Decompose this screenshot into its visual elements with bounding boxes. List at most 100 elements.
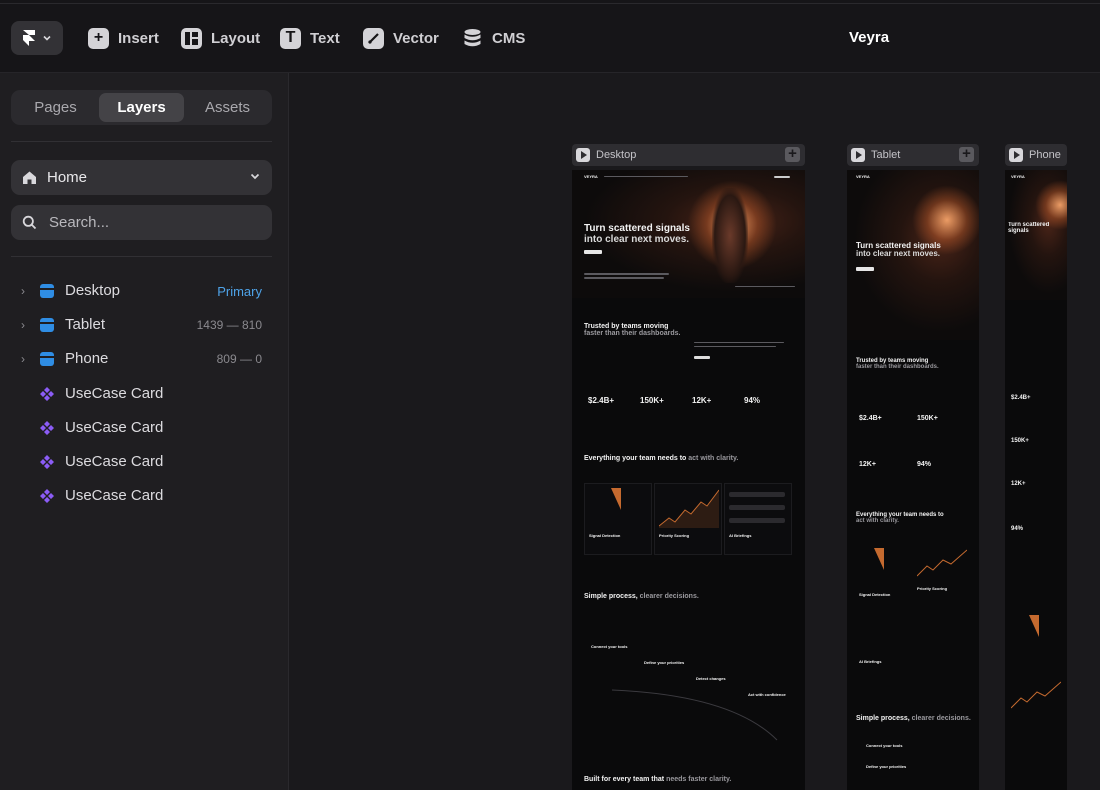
stat-value: 150K+: [1011, 438, 1029, 444]
tab-layers[interactable]: Layers: [99, 93, 184, 122]
hero-cta-button: [856, 267, 874, 271]
plus-icon: +: [88, 27, 109, 49]
process-title: Simple process, clearer decisions.: [856, 715, 971, 722]
feature-card-title: AI Briefings: [729, 533, 752, 538]
process-step: Detect changes: [696, 676, 726, 681]
hero-subtext: [584, 277, 664, 279]
stat-value: $2.4B+: [588, 396, 615, 405]
feature-card-title: Priority Scoring: [659, 533, 690, 538]
layer-badge-primary: Primary: [217, 284, 262, 299]
breakpoint-icon: [40, 352, 54, 366]
stat-value: 94%: [744, 396, 761, 405]
stat-value: 12K+: [692, 396, 712, 405]
layer-desktop[interactable]: › Desktop Primary: [0, 276, 289, 306]
project-title: Veyra: [849, 29, 890, 46]
chevron-right-icon[interactable]: ›: [21, 318, 29, 332]
trusted-text: [694, 342, 784, 343]
features-title: Everything your team needs to act with c…: [856, 512, 944, 525]
site-brand: VEYRA: [856, 174, 870, 179]
component-icon: [40, 489, 54, 503]
priority-chart-visual: [917, 549, 967, 577]
hero-title: Turn scattered signals into clear next m…: [856, 241, 941, 259]
app-menu-button[interactable]: [11, 21, 63, 55]
layout-grid-icon: [181, 27, 202, 49]
tab-assets[interactable]: Assets: [186, 93, 269, 122]
signal-visual: [611, 488, 621, 510]
hero-cta-button: [584, 250, 602, 254]
layer-name: UseCase Card: [65, 385, 164, 402]
frame-label-text: Phone: [1029, 149, 1061, 161]
priority-chart-visual: [659, 489, 719, 528]
layer-width-range: 809 — 0: [216, 352, 262, 366]
layer-tablet[interactable]: › Tablet 1439 — 810: [0, 310, 289, 340]
feature-card[interactable]: AI Briefings: [724, 483, 792, 555]
layer-usecase-card[interactable]: UseCase Card: [0, 447, 289, 477]
left-sidebar: Pages Layers Assets Home › Desktop Prima…: [0, 73, 289, 790]
component-icon: [40, 421, 54, 435]
signal-visual: [874, 548, 884, 570]
frame-label-tablet[interactable]: Tablet +: [847, 144, 979, 166]
search-input[interactable]: [49, 214, 249, 231]
stat-value: 150K+: [917, 415, 938, 422]
built-title: Built for every team that needs faster c…: [584, 776, 732, 783]
chevron-right-icon[interactable]: ›: [21, 284, 29, 298]
hero-caption: [735, 286, 795, 287]
priority-chart-visual: [1011, 681, 1061, 709]
stat-value: 12K+: [859, 461, 876, 468]
desktop-frame[interactable]: VEYRA Turn scattered signals into clear …: [572, 170, 805, 790]
layer-name: Tablet: [65, 316, 106, 333]
site-nav: [604, 176, 688, 177]
stat-value: 94%: [917, 461, 932, 468]
top-hairline: [0, 3, 1100, 4]
hero-subtext: [584, 273, 669, 275]
site-brand: VEYRA: [584, 174, 598, 179]
preview-play-icon[interactable]: [576, 148, 590, 162]
layer-usecase-card[interactable]: UseCase Card: [0, 413, 289, 443]
preview-play-icon[interactable]: [851, 148, 865, 162]
frame-label-text: Desktop: [596, 149, 637, 161]
trusted-text: [694, 346, 776, 347]
tab-pages[interactable]: Pages: [14, 93, 97, 122]
insert-label: Insert: [118, 29, 159, 47]
chevron-right-icon[interactable]: ›: [21, 352, 29, 366]
panel-tabs: Pages Layers Assets: [11, 90, 272, 125]
feature-card[interactable]: Signal Detection: [584, 483, 652, 555]
add-breakpoint-icon[interactable]: +: [785, 146, 800, 162]
layer-name: Desktop: [65, 282, 121, 299]
process-step: Connect your tools: [591, 644, 628, 649]
frame-label-text: Tablet: [871, 149, 901, 161]
feature-card-title: Signal Detection: [859, 592, 891, 597]
hero-image: [1005, 170, 1067, 300]
layer-name: UseCase Card: [65, 453, 164, 470]
frame-label-phone[interactable]: Phone: [1005, 144, 1067, 166]
page-select-dropdown[interactable]: Home: [11, 160, 272, 195]
preview-play-icon[interactable]: [1009, 148, 1023, 162]
design-canvas[interactable]: Desktop + Tablet + Phone VEYRA Turn scat…: [290, 73, 1100, 790]
frame-label-desktop[interactable]: Desktop +: [572, 144, 805, 166]
layers-search[interactable]: [11, 205, 272, 240]
page-select-value: Home: [47, 169, 88, 186]
layer-name: Phone: [65, 350, 109, 367]
insert-tool-button[interactable]: + Insert: [88, 27, 159, 49]
phone-frame[interactable]: VEYRA Turn scattered signals $2.4B+ 150K…: [1005, 170, 1067, 790]
divider: [11, 256, 272, 257]
stat-value: 94%: [1011, 526, 1024, 532]
signal-visual: [1029, 615, 1039, 637]
layer-usecase-card[interactable]: UseCase Card: [0, 481, 289, 511]
feature-card[interactable]: Priority Scoring: [654, 483, 722, 555]
add-breakpoint-icon[interactable]: +: [959, 146, 974, 162]
briefing-row: [729, 518, 785, 523]
feature-card-title: Priority Scoring: [917, 586, 948, 591]
chevron-down-icon: [250, 173, 260, 180]
stat-value: $2.4B+: [1011, 395, 1031, 401]
layer-phone[interactable]: › Phone 809 — 0: [0, 344, 289, 374]
process-step: Define your priorities: [866, 764, 907, 769]
stat-value: 12K+: [1011, 481, 1026, 487]
features-title: Everything your team needs to act with c…: [584, 455, 739, 462]
hero-title: Turn scattered signals into clear next m…: [584, 223, 690, 245]
hero-title: Turn scattered signals: [1008, 222, 1050, 235]
trusted-title: Trusted by teams moving faster than thei…: [856, 358, 939, 371]
layer-usecase-card[interactable]: UseCase Card: [0, 379, 289, 409]
feature-card-title: AI Briefings: [859, 659, 882, 664]
tablet-frame[interactable]: VEYRA Turn scattered signals into clear …: [847, 170, 979, 790]
